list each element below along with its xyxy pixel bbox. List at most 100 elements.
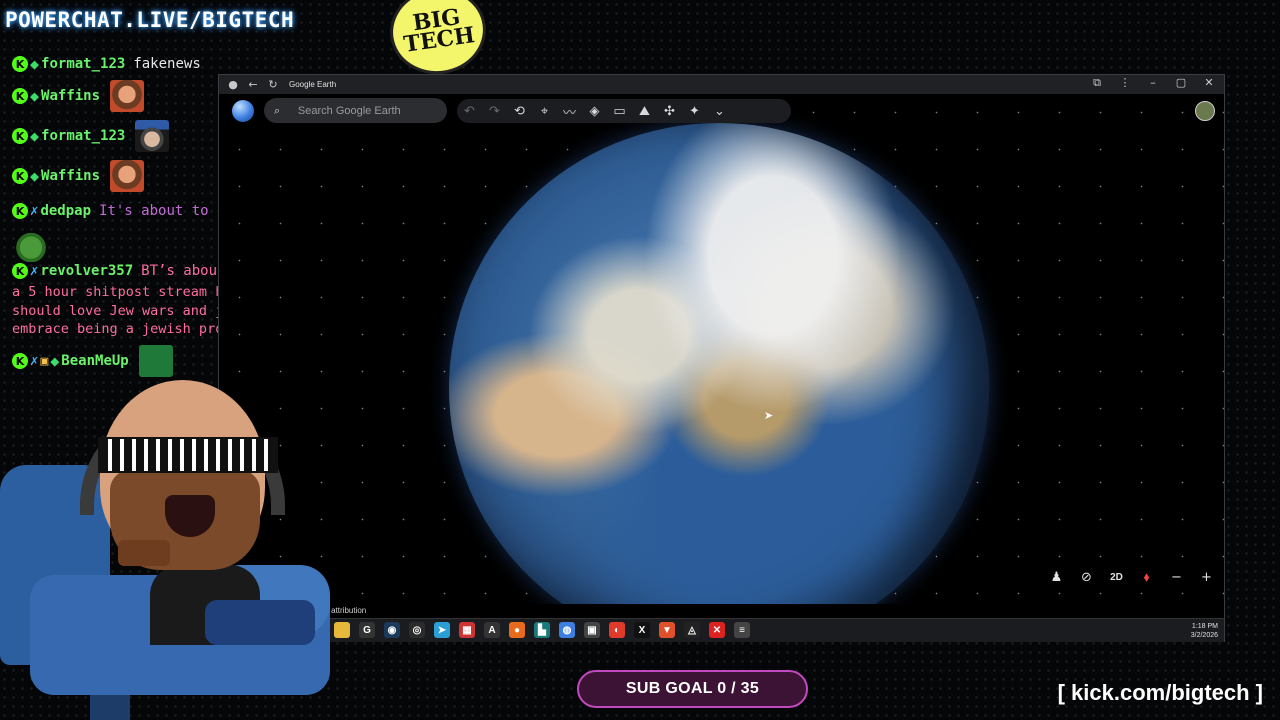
back-icon[interactable]: ← (247, 78, 259, 91)
history-icon[interactable]: ⟲ (507, 104, 532, 119)
title-bar: ● ← ↻ Google Earth ⧉ ⋮ – ▢ ✕ (219, 75, 1224, 94)
tab-title[interactable]: Google Earth (289, 80, 336, 89)
telegram-icon[interactable]: ➤ (434, 622, 450, 638)
chat-username: format_123 (41, 128, 126, 144)
more-menu-icon[interactable]: ⋮ (1118, 76, 1132, 90)
zoom-in-icon[interactable]: + (1197, 570, 1216, 585)
earth-globe[interactable] (449, 123, 989, 604)
pixel-sunglasses-icon (98, 437, 278, 473)
measure-icon[interactable]: ▭ (607, 104, 632, 119)
chat-message: K ◆ format_123 fakenews (12, 55, 201, 73)
layers-icon[interactable]: ◈ (582, 104, 607, 119)
sword-badge-icon: ✗ (30, 263, 39, 279)
map-controls: ♟ ⊘ 2D ⬧ − + (1047, 570, 1216, 585)
chat-text: fakenews (133, 56, 201, 72)
kick-badge-icon: K (12, 203, 28, 219)
chair-leg (90, 695, 130, 720)
maximize-icon[interactable]: ▢ (1174, 76, 1188, 90)
search-icon: ⌕ (274, 103, 281, 117)
minimize-icon[interactable]: – (1146, 76, 1160, 90)
chat-message: K ✗ ▣ ◆ BeanMeUp (12, 345, 173, 377)
chat-message (12, 230, 48, 262)
chat-username: BeanMeUp (61, 353, 129, 369)
terminal-icon[interactable]: ▣ (584, 622, 600, 638)
brave-icon[interactable]: ▼ (659, 622, 675, 638)
kick-badge-icon: K (12, 88, 28, 104)
search-input[interactable] (297, 104, 447, 117)
pepe-emote (138, 345, 173, 377)
diamond-badge-icon: ◆ (30, 127, 40, 145)
tilt-icon[interactable]: ⊘ (1077, 570, 1096, 585)
kick-badge-icon: K (12, 128, 28, 144)
game-icon[interactable]: ▙ (534, 622, 550, 638)
system-clock: 1:18 PM 3/2/2026 (1191, 622, 1218, 640)
file-explorer-icon[interactable] (334, 622, 350, 638)
compass-icon[interactable]: ⬧ (1137, 570, 1156, 585)
stream-title: POWERCHAT.LIVE/BIGTECH (5, 8, 295, 32)
image-overlay-icon[interactable]: ⛰ (632, 104, 657, 119)
hat-man-emote (135, 120, 170, 152)
tools-icon[interactable]: ✣ (657, 104, 682, 119)
sword-badge-icon: ✗ (30, 353, 39, 369)
close-icon[interactable]: ✕ (1202, 76, 1216, 90)
redo-icon[interactable]: ↷ (482, 104, 507, 119)
path-icon[interactable]: 〰 (557, 102, 582, 121)
earth-toolbar: ↶ ↷ ⟲ ⌖ 〰 ◈ ▭ ⛰ ✣ ✦ ⌄ (457, 99, 791, 123)
placemark-icon[interactable]: ⌖ (532, 104, 557, 119)
stream-tool-icon[interactable]: ✕ (709, 622, 725, 638)
laughing-face-emote (110, 160, 145, 192)
pepe-emote (14, 230, 48, 262)
chat-username: Waffins (41, 88, 101, 104)
chat-message: K ◆ format_123 (12, 120, 170, 152)
kick-url: [ kick.com/bigtech ] (1057, 680, 1263, 705)
sparkle-icon[interactable]: ✦ (682, 104, 707, 119)
reload-icon[interactable]: ↻ (267, 78, 279, 91)
taskbar-icons: G ◉ ◎ ➤ ▦ A ● ▙ ◍ ▣ ◐ X ▼ ◬ ✕ ≡ (309, 622, 750, 638)
browser-window: ● ← ↻ Google Earth ⧉ ⋮ – ▢ ✕ ➤ ⌕ ↶ ↷ ⟲ ⌖… (218, 74, 1225, 642)
sub-goal-banner: SUB GOAL 0 / 35 (577, 670, 808, 708)
calendar-icon[interactable]: ▦ (459, 622, 475, 638)
undo-icon[interactable]: ↶ (457, 104, 482, 119)
font-app-icon[interactable]: A (484, 622, 500, 638)
window-controls: ⧉ ⋮ – ▢ ✕ (1090, 76, 1216, 90)
settings-icon[interactable]: ≡ (734, 622, 750, 638)
pipe-icon (118, 540, 170, 566)
x-icon[interactable]: X (634, 622, 650, 638)
vpn-icon[interactable]: ◬ (684, 622, 700, 638)
diamond-badge-icon: ◆ (50, 352, 60, 370)
diamond-badge-icon: ◆ (30, 167, 40, 185)
gift-badge-icon: ▣ (40, 353, 49, 369)
steam-icon[interactable]: ◉ (384, 622, 400, 638)
account-avatar[interactable] (1195, 101, 1215, 121)
clock-date: 3/2/2026 (1190, 632, 1218, 639)
search-box[interactable]: ⌕ (264, 98, 447, 123)
firefox-icon[interactable]: ● (509, 622, 525, 638)
chrome-taskbar-icon[interactable]: ◐ (609, 622, 625, 638)
chat-username: dedpap (40, 203, 92, 219)
extensions-icon[interactable]: ⧉ (1090, 76, 1104, 90)
google-earth-taskbar-icon[interactable]: ◍ (559, 622, 575, 638)
mouse-cursor-icon: ➤ (764, 409, 774, 422)
google-earth-logo-icon[interactable] (232, 100, 254, 122)
taskbar: G ◉ ◎ ➤ ▦ A ● ▙ ◍ ▣ ◐ X ▼ ◬ ✕ ≡ 1:18 PM … (219, 618, 1224, 642)
chrome-icon: ● (228, 78, 238, 91)
view-mode-toggle[interactable]: 2D (1107, 572, 1126, 583)
diamond-badge-icon: ◆ (30, 87, 40, 105)
chat-message: K ◆ Waffins (12, 160, 145, 192)
kick-badge-icon: K (12, 168, 28, 184)
logo-text: BIG TECH (402, 4, 477, 58)
kick-badge-icon: K (12, 263, 28, 279)
chat-username: format_123 (41, 56, 126, 72)
street-view-icon[interactable]: ♟ (1047, 570, 1066, 585)
earth-viewport[interactable]: ➤ (219, 94, 1224, 604)
kick-badge-icon: K (12, 353, 28, 369)
obs-icon[interactable]: ◎ (409, 622, 425, 638)
chevron-down-icon[interactable]: ⌄ (707, 104, 732, 119)
chat-username: revolver357 (40, 263, 134, 279)
g-app-icon[interactable]: G (359, 622, 375, 638)
sword-badge-icon: ✗ (30, 203, 39, 219)
chat-message: K ◆ Waffins (12, 80, 145, 112)
character-legs (205, 600, 315, 645)
zoom-out-icon[interactable]: − (1167, 570, 1186, 585)
kick-badge-icon: K (12, 56, 28, 72)
